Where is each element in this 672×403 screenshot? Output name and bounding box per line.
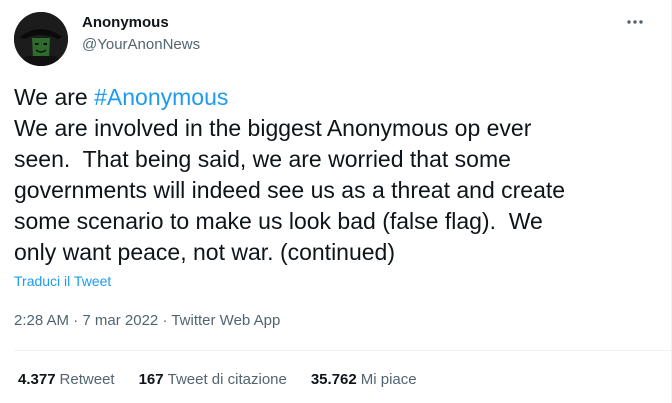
translate-tweet-link[interactable]: Traduci il Tweet	[14, 273, 111, 289]
retweets-count: 4.377	[18, 371, 56, 388]
tweet-text-line: We are involved in the biggest Anonymous…	[14, 115, 532, 141]
quote-tweets-stat[interactable]: 167 Tweet di citazione	[139, 371, 287, 388]
tweet-text-prefix: We are	[14, 84, 95, 110]
tweet-text-line: only want peace, not war. (continued)	[14, 239, 396, 265]
tweet-text-line: some scenario to make us look bad (false…	[14, 208, 543, 234]
tweet-text: We are #Anonymous We are involved in the…	[14, 82, 644, 268]
likes-label: Mi piace	[360, 371, 417, 388]
quote-tweets-label: Tweet di citazione	[167, 371, 287, 388]
hashtag-link[interactable]: #Anonymous	[94, 84, 228, 110]
meta-separator: ·	[158, 312, 172, 329]
tweet-detail: Anonymous @YourAnonNews We are #Anonymou…	[0, 0, 672, 403]
meta-separator: ·	[69, 312, 83, 329]
tweet-text-line: seen. That being said, we are worried th…	[14, 146, 511, 172]
avatar[interactable]	[14, 12, 68, 66]
retweets-label: Retweet	[59, 371, 115, 388]
author-name[interactable]: Anonymous	[82, 14, 169, 31]
quote-tweets-count: 167	[138, 371, 164, 388]
anonymous-mask-avatar-icon	[14, 12, 68, 66]
tweet-time[interactable]: 2:28 AM	[14, 312, 69, 329]
author-handle[interactable]: @YourAnonNews	[82, 36, 200, 53]
divider	[14, 350, 671, 351]
more-options-button[interactable]	[619, 10, 651, 34]
more-horizontal-icon	[627, 20, 643, 24]
tweet-text-line: governments will indeed see us as a thre…	[14, 177, 566, 203]
likes-stat[interactable]: 35.762 Mi piace	[311, 371, 417, 388]
tweet-first-line: We are #Anonymous	[14, 82, 644, 113]
likes-count: 35.762	[310, 371, 357, 388]
tweet-date[interactable]: 7 mar 2022	[82, 312, 158, 329]
tweet-metadata: 2:28 AM · 7 mar 2022 · Twitter Web App	[14, 312, 280, 329]
retweets-stat[interactable]: 4.377 Retweet	[18, 371, 115, 388]
tweet-source[interactable]: Twitter Web App	[171, 312, 280, 329]
tweet-stats: 4.377 Retweet 167 Tweet di citazione 35.76…	[18, 371, 417, 388]
